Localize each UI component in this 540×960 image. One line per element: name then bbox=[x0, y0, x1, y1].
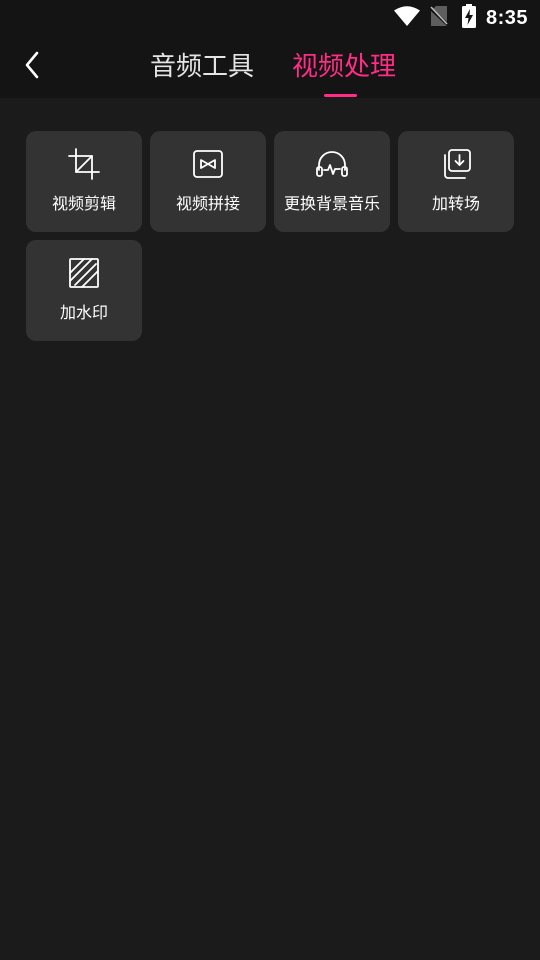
no-sim-icon bbox=[428, 5, 449, 31]
video-join-button[interactable]: 视频拼接 bbox=[150, 131, 266, 232]
app-header: 音频工具 视频处理 bbox=[0, 36, 540, 98]
tool-label: 视频剪辑 bbox=[51, 194, 116, 213]
join-video-icon bbox=[150, 147, 266, 181]
status-bar: 8:35 bbox=[0, 0, 540, 36]
add-watermark-button[interactable]: 加水印 bbox=[26, 240, 142, 341]
tool-label: 视频拼接 bbox=[175, 194, 240, 213]
chevron-left-icon bbox=[24, 51, 40, 83]
tool-label: 更换背景音乐 bbox=[283, 194, 380, 213]
headphones-audio-icon bbox=[274, 147, 390, 181]
transition-icon bbox=[398, 147, 514, 181]
tab-audio-tools[interactable]: 音频工具 bbox=[150, 50, 254, 84]
crop-icon bbox=[26, 147, 142, 181]
wifi-icon bbox=[393, 6, 420, 30]
status-icons: 8:35 bbox=[393, 0, 528, 36]
tool-label: 加转场 bbox=[431, 194, 480, 213]
change-bgm-button[interactable]: 更换背景音乐 bbox=[274, 131, 390, 232]
active-tab-indicator bbox=[324, 94, 357, 97]
back-button[interactable] bbox=[14, 48, 50, 86]
tab-video-processing[interactable]: 视频处理 bbox=[292, 50, 396, 84]
battery-charging-icon bbox=[461, 4, 476, 32]
add-transition-button[interactable]: 加转场 bbox=[398, 131, 514, 232]
watermark-icon bbox=[26, 256, 142, 290]
status-time: 8:35 bbox=[485, 6, 528, 29]
tool-label: 加水印 bbox=[59, 303, 108, 322]
video-edit-button[interactable]: 视频剪辑 bbox=[26, 131, 142, 232]
